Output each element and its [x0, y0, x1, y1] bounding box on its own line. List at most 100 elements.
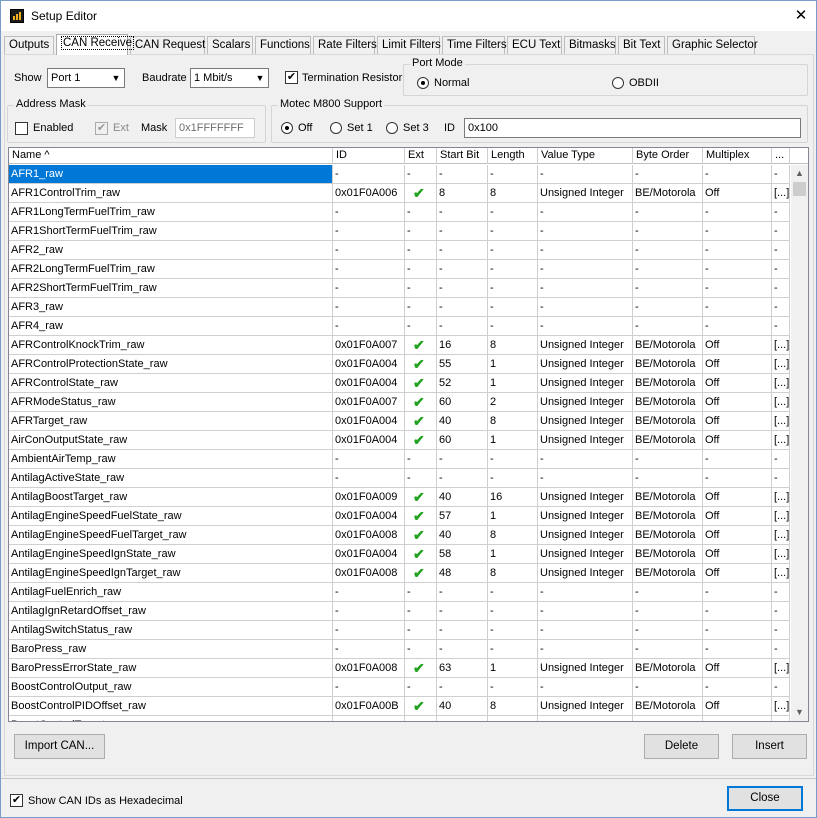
tab-functions[interactable]: Functions — [255, 36, 311, 54]
table-cell: 60 — [437, 393, 488, 411]
table-row[interactable]: AFR3_raw - - - - - - - - — [9, 298, 790, 317]
table-row[interactable]: AFRControlKnockTrim_raw 0x01F0A007 ✔ 16 8 Uns… — [9, 336, 790, 355]
close-button[interactable]: Close — [727, 786, 803, 811]
tab-graphic-selector[interactable]: Graphic Selector — [667, 36, 758, 54]
tab-label: Outputs — [9, 39, 50, 51]
table-cell: AFR2_raw — [9, 241, 333, 259]
motec-id-field[interactable]: 0x100 — [464, 118, 801, 138]
table-row[interactable]: AntilagBoostTarget_raw 0x01F0A009 ✔ 40 16 Uns… — [9, 488, 790, 507]
table-cell: - — [772, 583, 790, 601]
column-header[interactable]: Name ^ — [9, 148, 333, 164]
port-mode-obdii-label: OBDII — [629, 77, 659, 89]
delete-button[interactable]: Delete — [644, 734, 719, 759]
insert-button[interactable]: Insert — [732, 734, 807, 759]
table-row[interactable]: AmbientAirTemp_raw - - - - - - - - — [9, 450, 790, 469]
table-cell: [...] — [772, 697, 790, 715]
check-icon: ✔ — [405, 488, 437, 506]
can-receive-panel: Show Port 1 ▼ Baudrate 1 Mbit/s ▼ ✔ Termin… — [4, 54, 814, 776]
motec-off-radio[interactable] — [281, 122, 293, 134]
tab-bitmasks[interactable]: Bitmasks — [564, 36, 616, 54]
column-header[interactable]: Ext — [405, 148, 437, 164]
tab-strip: Outputs CAN Receive CAN Request Scalars Func… — [4, 34, 814, 55]
table-row[interactable]: BoostControlOutput_raw - - - - - - - - — [9, 678, 790, 697]
table-cell: BoostControlTarget_raw — [9, 716, 333, 721]
tab-ecu-text[interactable]: ECU Text — [507, 36, 562, 54]
table-cell: - — [633, 469, 703, 487]
table-cell: - — [437, 203, 488, 221]
table-cell: - — [437, 222, 488, 240]
port-mode-obdii-radio[interactable] — [612, 77, 624, 89]
column-header[interactable]: Multiplex — [703, 148, 772, 164]
column-header[interactable]: Length — [488, 148, 538, 164]
table-row[interactable]: AntilagFuelEnrich_raw - - - - - - - - — [9, 583, 790, 602]
address-mask-field[interactable]: 0x1FFFFFFF — [175, 118, 255, 138]
tab-can-request[interactable]: CAN Request — [130, 36, 205, 54]
baudrate-select[interactable]: 1 Mbit/s ▼ — [190, 68, 269, 88]
table-row[interactable]: AFRControlProtectionState_raw 0x01F0A004 ✔… — [9, 355, 790, 374]
table-cell: Unsigned Integer — [538, 431, 633, 449]
port-select[interactable]: Port 1 ▼ — [47, 68, 125, 88]
table-row[interactable]: AirConOutputState_raw 0x01F0A004 ✔ 60 1 Unsig… — [9, 431, 790, 450]
table-cell: - — [703, 241, 772, 259]
table-row[interactable]: AntilagEngineSpeedIgnState_raw 0x01F0A004… — [9, 545, 790, 564]
table-row[interactable]: BaroPress_raw - - - - - - - - — [9, 640, 790, 659]
table-row[interactable]: AntilagSwitchStatus_raw - - - - - - - - — [9, 621, 790, 640]
table-cell: Off — [703, 393, 772, 411]
tab-rate-filters[interactable]: Rate Filters — [313, 36, 377, 54]
port-mode-normal-radio[interactable] — [417, 77, 429, 89]
tab-bit-text[interactable]: Bit Text — [618, 36, 665, 54]
tab-time-filters[interactable]: Time Filters — [442, 36, 507, 54]
table-row[interactable]: AntilagIgnRetardOffset_raw - - - - - - - - — [9, 602, 790, 621]
column-header[interactable]: ... — [772, 148, 790, 164]
vertical-scrollbar[interactable]: ▲ ▼ — [791, 165, 808, 721]
table-row[interactable]: AFR4_raw - - - - - - - - — [9, 317, 790, 336]
table-row[interactable]: AntilagEngineSpeedFuelTarget_raw 0x01F0A0… — [9, 526, 790, 545]
table-row[interactable]: AFR2_raw - - - - - - - - — [9, 241, 790, 260]
table-cell: - — [437, 298, 488, 316]
import-can-button[interactable]: Import CAN... — [14, 734, 105, 759]
table-row[interactable]: AFRTarget_raw 0x01F0A004 ✔ 40 8 Unsigned Inte… — [9, 412, 790, 431]
check-icon: ✔ — [405, 412, 437, 430]
tab-outputs[interactable]: Outputs — [4, 36, 54, 54]
column-header[interactable]: Byte Order — [633, 148, 703, 164]
scroll-down-icon[interactable]: ▼ — [791, 704, 808, 721]
table-cell: - — [437, 640, 488, 658]
table-row[interactable]: AntilagEngineSpeedFuelState_raw 0x01F0A00… — [9, 507, 790, 526]
table-row[interactable]: AFRControlState_raw 0x01F0A004 ✔ 52 1 Unsigne… — [9, 374, 790, 393]
tab-label: Graphic Selector — [672, 39, 758, 51]
table-row[interactable]: AFR1ShortTermFuelTrim_raw - - - - - - - - — [9, 222, 790, 241]
termination-checkbox[interactable]: ✔ — [285, 71, 298, 84]
show-hex-checkbox[interactable]: ✔ — [10, 794, 23, 807]
scroll-up-icon[interactable]: ▲ — [791, 165, 808, 182]
table-cell: [...] — [772, 431, 790, 449]
tab-scalars[interactable]: Scalars — [207, 36, 253, 54]
column-header[interactable]: Start Bit — [437, 148, 488, 164]
table-cell: - — [633, 279, 703, 297]
table-row[interactable]: AFR2ShortTermFuelTrim_raw - - - - - - - - — [9, 279, 790, 298]
table-row[interactable]: AFRModeStatus_raw 0x01F0A007 ✔ 60 2 Unsigned … — [9, 393, 790, 412]
table-row[interactable]: BoostControlTarget_raw-------- — [9, 716, 790, 721]
table-cell: - — [538, 621, 633, 639]
table-row[interactable]: AFR1LongTermFuelTrim_raw - - - - - - - - — [9, 203, 790, 222]
close-icon[interactable]: ✕ — [786, 1, 816, 31]
table-cell: [...] — [772, 488, 790, 506]
table-cell: - — [633, 298, 703, 316]
address-mask-enabled-checkbox[interactable] — [15, 122, 28, 135]
motec-set3-radio[interactable] — [386, 122, 398, 134]
scrollbar-thumb[interactable] — [793, 182, 806, 196]
table-cell: - — [772, 298, 790, 316]
table-row[interactable]: AntilagEngineSpeedIgnTarget_raw 0x01F0A00… — [9, 564, 790, 583]
column-header[interactable]: ID — [333, 148, 405, 164]
table-row[interactable]: AFR2LongTermFuelTrim_raw - - - - - - - - — [9, 260, 790, 279]
tab-can-receive[interactable]: CAN Receive — [56, 34, 135, 55]
motec-set1-radio[interactable] — [330, 122, 342, 134]
table-cell: AirConOutputState_raw — [9, 431, 333, 449]
table-row[interactable]: AFR1ControlTrim_raw 0x01F0A006 ✔ 8 8 Unsigned… — [9, 184, 790, 203]
table-row[interactable]: AntilagActiveState_raw - - - - - - - - — [9, 469, 790, 488]
table-row[interactable]: BoostControlPIDOffset_raw 0x01F0A00B ✔ 40 8 U… — [9, 697, 790, 716]
table-row[interactable]: BaroPressErrorState_raw 0x01F0A008 ✔ 63 1 Uns… — [9, 659, 790, 678]
table-row[interactable]: AFR1_raw - - - - - - - - — [9, 165, 790, 184]
tab-limit-filters[interactable]: Limit Filters — [377, 36, 441, 54]
address-mask-ext-checkbox[interactable]: ✔ — [95, 122, 108, 135]
column-header[interactable]: Value Type — [538, 148, 633, 164]
